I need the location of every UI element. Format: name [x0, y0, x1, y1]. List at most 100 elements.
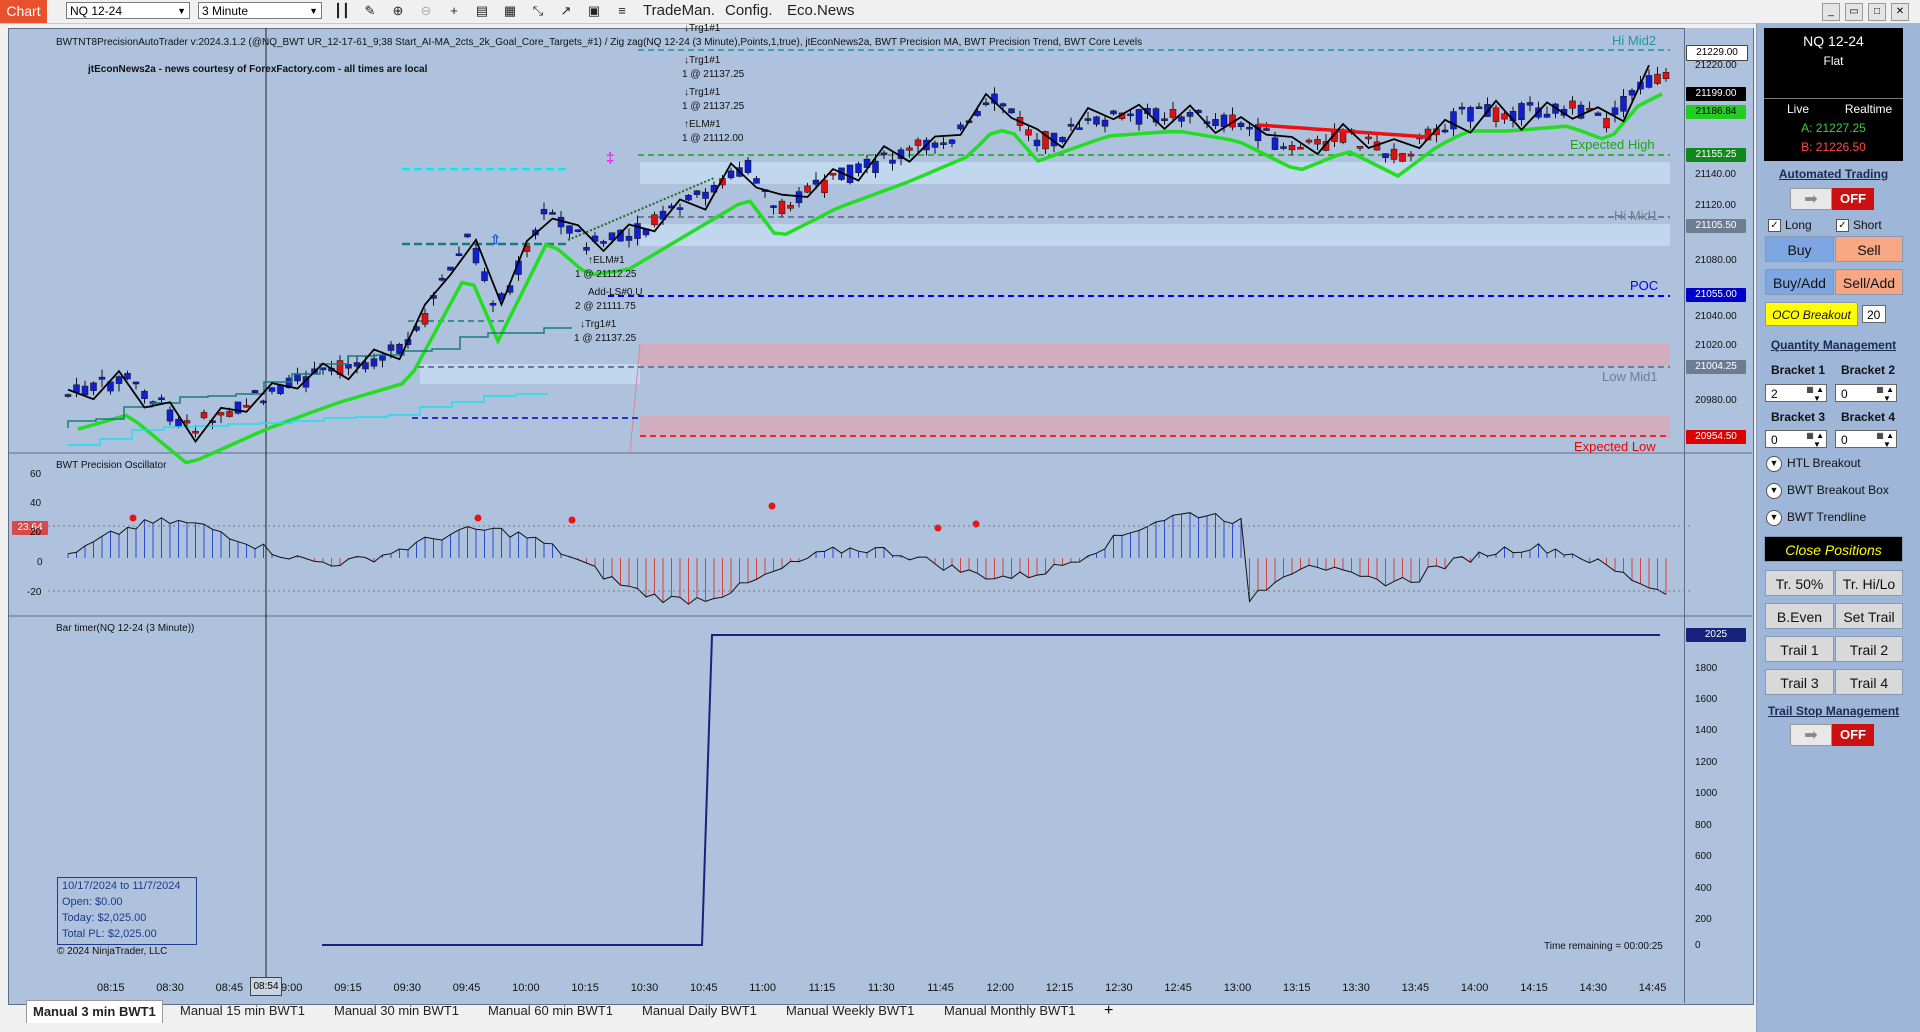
breakout-box-expander[interactable]: ▼ BWT Breakout Box	[1766, 483, 1889, 499]
tab-manual-monthly[interactable]: Manual Monthly BWT1	[944, 1000, 1076, 1022]
tab-manual-15-min[interactable]: Manual 15 min BWT1	[180, 1000, 305, 1022]
time-axis-label: 12:00	[986, 982, 1015, 994]
tab-manual-daily[interactable]: Manual Daily BWT1	[642, 1000, 757, 1022]
trade-annotation: Add-LS#0.U	[588, 287, 643, 298]
config-menu[interactable]: Config.	[725, 2, 773, 19]
time-axis-label: 11:30	[867, 982, 895, 994]
tab-manual-3-min[interactable]: Manual 3 min BWT1	[26, 1000, 163, 1023]
bracket1-quantity[interactable]: 2 ▦ ▲ ▼	[1765, 384, 1827, 403]
instrument-selector[interactable]: NQ 12-24 ▼	[66, 2, 190, 19]
oco-breakout-input[interactable]: 20	[1862, 305, 1886, 323]
add-tab-button[interactable]: +	[1104, 1000, 1113, 1022]
candle-body	[914, 139, 922, 146]
trade-manager-menu[interactable]: TradeMan.	[643, 2, 715, 19]
template-icon[interactable]: ▤	[474, 3, 490, 19]
oscillator-signal-dot	[129, 514, 137, 522]
minimize-icon[interactable]: _	[1822, 3, 1840, 21]
bracket3-quantity[interactable]: 0 ▦ ▲ ▼	[1765, 430, 1827, 449]
short-checkbox[interactable]: ✓ Short	[1836, 218, 1882, 233]
candle-body	[931, 142, 939, 148]
time-axis-label: 14:15	[1520, 982, 1548, 994]
candle-body	[1594, 112, 1602, 116]
maximize-icon[interactable]: □	[1868, 3, 1886, 21]
break-even-button[interactable]: B.Even	[1765, 603, 1834, 629]
candle-body	[1093, 116, 1100, 125]
close-icon[interactable]: ✕	[1891, 3, 1909, 21]
trail-stop-toggle[interactable]: ➡ OFF	[1790, 724, 1874, 746]
chart-menu-button[interactable]: Chart	[0, 0, 47, 23]
set-trail-button[interactable]: Set Trail	[1835, 603, 1903, 629]
bracket2-quantity[interactable]: 0 ▦ ▲ ▼	[1835, 384, 1897, 403]
properties-icon[interactable]: ▦	[502, 3, 518, 19]
candle-body	[829, 172, 837, 176]
sell-button[interactable]: Sell	[1835, 236, 1903, 262]
tab-manual-30-min[interactable]: Manual 30 min BWT1	[334, 1000, 459, 1022]
buy-button[interactable]: Buy	[1765, 236, 1834, 262]
oco-breakout-button[interactable]: OCO Breakout	[1765, 302, 1858, 326]
candle-body	[1475, 106, 1483, 110]
automated-trading-toggle[interactable]: ➡ OFF	[1790, 188, 1874, 210]
candle-body	[115, 376, 123, 384]
draw-icon[interactable]: ✎	[362, 3, 378, 19]
arrow-right-icon: ➡	[1790, 188, 1832, 210]
candle-body	[64, 394, 72, 397]
level-label-hi-mid1: Hi Mid1	[1614, 208, 1659, 223]
trade-annotation: 1 @ 21112.25	[575, 269, 637, 280]
zoom-in-icon[interactable]: ⊕	[390, 3, 406, 19]
oscillator-line	[67, 512, 1667, 605]
price-tick: 21120.00	[1695, 200, 1736, 211]
tab-manual-weekly[interactable]: Manual Weekly BWT1	[786, 1000, 914, 1022]
zone-boundary	[629, 343, 641, 454]
trail-2-button[interactable]: Trail 2	[1835, 636, 1903, 662]
candle-body	[81, 385, 89, 396]
trail-state: OFF	[1832, 724, 1874, 746]
candle-body	[1501, 113, 1508, 120]
bar-timer-title: Bar timer(NQ 12-24 (3 Minute))	[56, 623, 195, 634]
interval-selector[interactable]: 3 Minute ▼	[198, 2, 322, 19]
candle-body	[727, 170, 735, 179]
bracket4-label: Bracket 4	[1841, 410, 1896, 424]
tab-manual-60-min[interactable]: Manual 60 min BWT1	[488, 1000, 613, 1022]
quantity-management-heading: Quantity Management	[1770, 338, 1897, 352]
level-label-low-mid1: Low Mid1	[1602, 369, 1658, 384]
price-tick: 21080.00	[1695, 255, 1737, 266]
htl-breakout-expander[interactable]: ▼ HTL Breakout	[1766, 456, 1861, 472]
close-positions-button[interactable]: Close Positions	[1764, 536, 1903, 562]
candlestick-series	[64, 66, 1670, 438]
candle-body	[1458, 106, 1466, 110]
bid-price: B: 21226.50	[1801, 140, 1866, 154]
candle-body	[362, 362, 369, 370]
candle-body	[421, 313, 429, 325]
candle-body	[1365, 136, 1372, 140]
trail-hilo-button[interactable]: Tr. Hi/Lo	[1835, 570, 1903, 596]
strategies-icon[interactable]: ⤡	[530, 3, 546, 19]
candle-body	[1569, 100, 1576, 109]
bar-style-icon[interactable]: ┃┃	[334, 3, 350, 19]
trail-3-button[interactable]: Trail 3	[1765, 669, 1834, 695]
long-checkbox[interactable]: ✓ Long	[1768, 218, 1812, 233]
menu-icon[interactable]: ≡	[614, 3, 630, 19]
data-box-icon[interactable]: ▣	[586, 3, 602, 19]
candle-body	[1110, 110, 1117, 115]
candle-body	[1169, 109, 1177, 118]
buy-add-button[interactable]: Buy/Add	[1765, 269, 1834, 295]
bracket4-quantity[interactable]: 0 ▦ ▲ ▼	[1835, 430, 1897, 449]
trail-1-button[interactable]: Trail 1	[1765, 636, 1834, 662]
zoom-out-icon[interactable]: ⊖	[418, 3, 434, 19]
trail-4-button[interactable]: Trail 4	[1835, 669, 1903, 695]
bar-timer-tick: 1600	[1695, 694, 1718, 705]
candle-body	[1645, 75, 1653, 88]
level-label-hi-mid2: Hi Mid2	[1612, 33, 1657, 48]
indicators-icon[interactable]: ↗	[558, 3, 574, 19]
trendline-expander[interactable]: ▼ BWT Trendline	[1766, 510, 1866, 526]
candle-body	[192, 430, 199, 434]
trail-50-button[interactable]: Tr. 50%	[1765, 570, 1834, 596]
time-axis-label: 11:15	[808, 982, 836, 994]
price-tag-last: 21199.00	[1686, 87, 1746, 101]
restore-icon[interactable]: ▭	[1845, 3, 1863, 21]
candle-body	[676, 207, 684, 210]
candle-body	[260, 400, 267, 404]
crosshair-icon[interactable]: +	[446, 3, 462, 19]
eco-news-menu[interactable]: Eco.News	[787, 2, 855, 19]
sell-add-button[interactable]: Sell/Add	[1835, 269, 1903, 295]
